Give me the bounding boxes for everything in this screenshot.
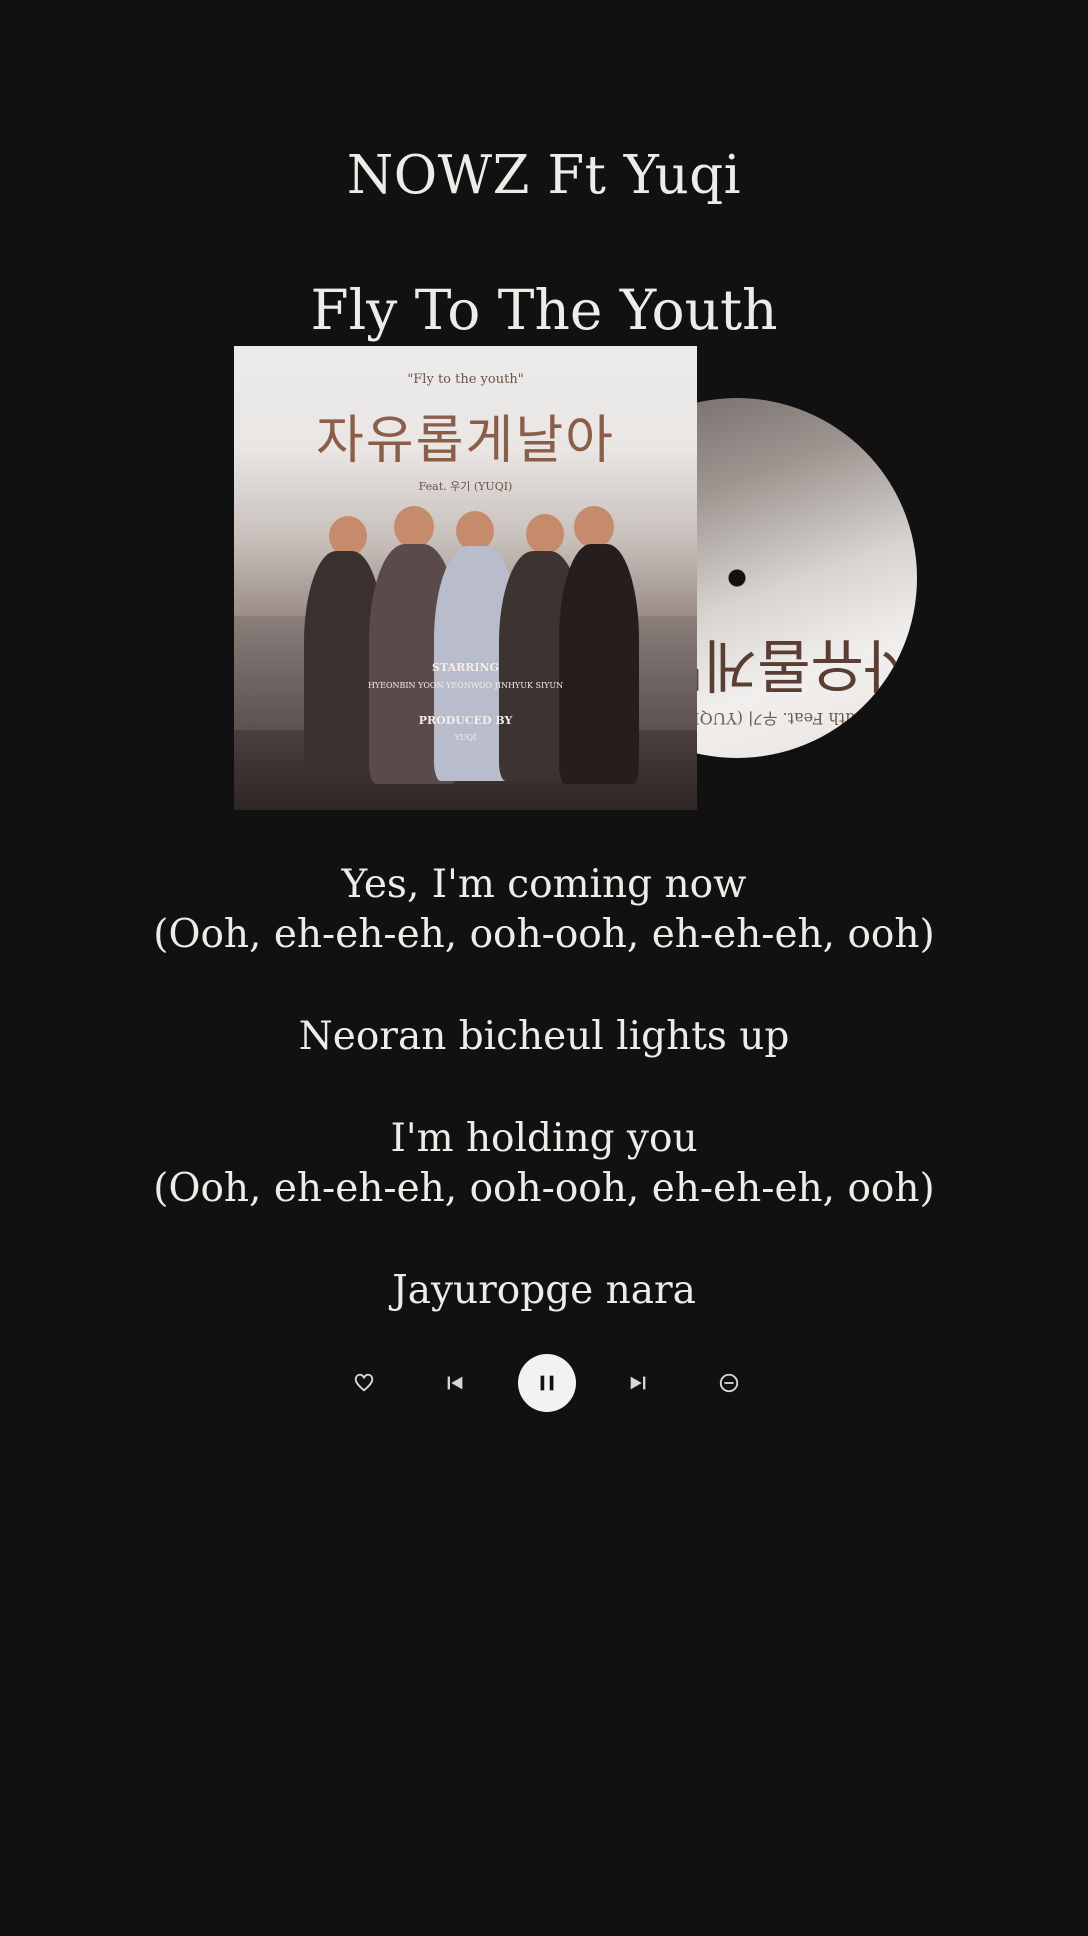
cover-big-title: 자유롭게날아 bbox=[315, 411, 616, 471]
skip-previous-icon bbox=[447, 1376, 463, 1390]
album-cover: "Fly to the youth" 자유롭게날아 Feat. 우기 (YUQI… bbox=[234, 346, 697, 810]
skip-next-icon bbox=[630, 1376, 646, 1390]
figure-head bbox=[329, 516, 367, 556]
figure-head bbox=[456, 511, 494, 551]
heart-icon bbox=[354, 1373, 374, 1392]
minus-circle-icon bbox=[719, 1373, 739, 1393]
playback-controls bbox=[0, 1353, 1088, 1413]
artist-name: NOWZ Ft Yuqi bbox=[346, 145, 742, 206]
pause-icon bbox=[540, 1375, 554, 1391]
play-pause-button[interactable] bbox=[517, 1353, 577, 1413]
lyric-line: Neoran bicheul lights up bbox=[298, 1014, 790, 1059]
remove-button[interactable] bbox=[699, 1353, 759, 1413]
next-button[interactable] bbox=[608, 1353, 668, 1413]
cover-produced-label: PRODUCED BY bbox=[418, 714, 513, 727]
pause-button-circle bbox=[518, 1354, 576, 1412]
figure-head bbox=[526, 514, 564, 554]
lyric-line: (Ooh, eh-eh-eh, ooh-ooh, eh-eh-eh, ooh) bbox=[153, 912, 935, 957]
lyric-line: Yes, I'm coming now bbox=[341, 862, 747, 907]
disc-subtitle: Fly to the youth Feat. 우기 (YUQI) bbox=[687, 709, 917, 728]
lyric-line: (Ooh, eh-eh-eh, ooh-ooh, eh-eh-eh, ooh) bbox=[153, 1166, 935, 1211]
lyric-line: I'm holding you bbox=[390, 1116, 698, 1161]
lyrics-panel: Yes, I'm coming now (Ooh, eh-eh-eh, ooh-… bbox=[0, 860, 1088, 1316]
like-button[interactable] bbox=[334, 1353, 394, 1413]
figure-head bbox=[574, 506, 614, 548]
previous-button[interactable] bbox=[425, 1353, 485, 1413]
figure-head bbox=[394, 506, 434, 548]
cover-small-title: "Fly to the youth" bbox=[407, 372, 524, 387]
cover-members: HYEONBIN YOON YEONWOO JINHYUK SIYUN bbox=[367, 681, 564, 690]
song-title: Fly To The Youth bbox=[310, 278, 778, 342]
lyric-line: Jayuropge nara bbox=[392, 1268, 696, 1313]
cover-producer: YUQI bbox=[454, 733, 477, 742]
cover-starring-label: STARRING bbox=[432, 661, 499, 674]
cover-feat: Feat. 우기 (YUQI) bbox=[418, 480, 513, 493]
